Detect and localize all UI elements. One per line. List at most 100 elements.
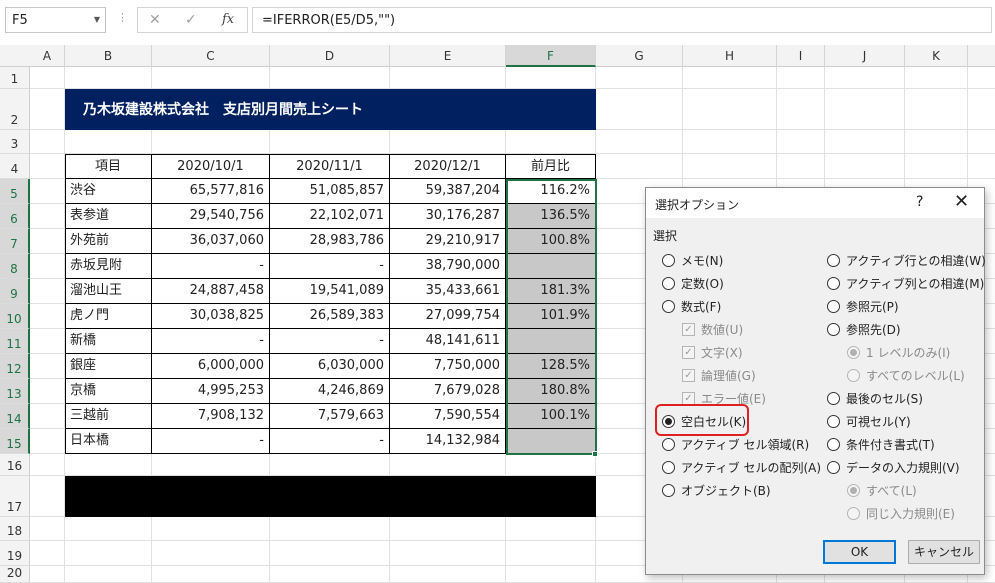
column-header-k[interactable]: K bbox=[905, 45, 968, 67]
table-cell[interactable]: - bbox=[152, 429, 270, 454]
radio-icon[interactable] bbox=[662, 299, 675, 313]
table-cell[interactable]: 59,387,204 bbox=[390, 179, 506, 204]
branch-name-cell[interactable]: 虎ノ門 bbox=[65, 304, 152, 329]
row-header-6[interactable]: 6 bbox=[0, 204, 30, 229]
radio-icon[interactable] bbox=[662, 276, 675, 290]
row-header-4[interactable]: 4 bbox=[0, 154, 30, 179]
table-header-cell[interactable]: 2020/10/1 bbox=[152, 155, 270, 179]
column-header-e[interactable]: E bbox=[390, 45, 506, 67]
table-cell[interactable]: - bbox=[270, 429, 390, 454]
option-right-3[interactable]: 参照先(D) bbox=[827, 320, 901, 338]
table-cell[interactable]: 7,579,663 bbox=[270, 404, 390, 429]
row-header-10[interactable]: 10 bbox=[0, 304, 30, 329]
table-cell[interactable]: 19,541,089 bbox=[270, 279, 390, 304]
table-cell[interactable]: 29,540,756 bbox=[152, 204, 270, 229]
branch-name-cell[interactable]: 京橋 bbox=[65, 379, 152, 404]
table-cell[interactable]: 35,433,661 bbox=[390, 279, 506, 304]
branch-name-cell[interactable]: 三越前 bbox=[65, 404, 152, 429]
table-cell[interactable]: 7,679,028 bbox=[390, 379, 506, 404]
cancel-button[interactable]: キャンセル bbox=[908, 540, 980, 564]
column-header-a[interactable]: A bbox=[30, 45, 65, 67]
table-cell[interactable]: 116.2% bbox=[506, 179, 596, 204]
radio-icon[interactable] bbox=[827, 253, 840, 267]
table-cell[interactable]: 38,790,000 bbox=[390, 254, 506, 279]
row-header-7[interactable]: 7 bbox=[0, 229, 30, 254]
table-cell[interactable]: 101.9% bbox=[506, 304, 596, 329]
row-header-19[interactable]: 19 bbox=[0, 541, 30, 566]
row-header-9[interactable]: 9 bbox=[0, 279, 30, 304]
table-cell[interactable]: 24,887,458 bbox=[152, 279, 270, 304]
column-header-f[interactable]: F bbox=[506, 45, 596, 67]
black-filled-cells[interactable] bbox=[65, 476, 596, 517]
branch-name-cell[interactable]: 外苑前 bbox=[65, 229, 152, 254]
sheet-title[interactable]: 乃木坂建設株式会社 支店別月間売上シート bbox=[65, 89, 596, 130]
option-right-6[interactable]: 最後のセル(S) bbox=[827, 389, 923, 407]
table-cell[interactable]: - bbox=[152, 254, 270, 279]
table-cell[interactable]: 30,038,825 bbox=[152, 304, 270, 329]
table-cell[interactable]: - bbox=[270, 254, 390, 279]
option-right-0[interactable]: アクティブ行との相違(W) bbox=[827, 251, 986, 269]
table-cell[interactable]: 7,590,554 bbox=[390, 404, 506, 429]
table-cell[interactable]: 65,577,816 bbox=[152, 179, 270, 204]
branch-name-cell[interactable]: 新橋 bbox=[65, 329, 152, 354]
row-header-14[interactable]: 14 bbox=[0, 404, 30, 429]
help-icon[interactable]: ? bbox=[916, 194, 923, 210]
table-cell[interactable]: 14,132,984 bbox=[390, 429, 506, 454]
table-cell[interactable]: 181.3% bbox=[506, 279, 596, 304]
row-header-8[interactable]: 8 bbox=[0, 254, 30, 279]
radio-icon[interactable] bbox=[662, 460, 675, 474]
row-header-12[interactable]: 12 bbox=[0, 354, 30, 379]
table-cell[interactable]: 26,589,383 bbox=[270, 304, 390, 329]
option-left-8[interactable]: アクティブ セル領域(R) bbox=[662, 435, 809, 453]
table-header-cell[interactable]: 項目 bbox=[65, 155, 152, 179]
column-header-b[interactable]: B bbox=[65, 45, 152, 67]
table-cell[interactable]: 7,908,132 bbox=[152, 404, 270, 429]
row-header-11[interactable]: 11 bbox=[0, 329, 30, 354]
insert-function-icon[interactable]: fx bbox=[222, 12, 234, 27]
table-cell[interactable]: 6,030,000 bbox=[270, 354, 390, 379]
branch-name-cell[interactable]: 渋谷 bbox=[65, 179, 152, 204]
radio-icon[interactable] bbox=[662, 483, 675, 497]
name-box[interactable]: F5 ▼ bbox=[5, 7, 106, 33]
radio-icon[interactable] bbox=[827, 414, 840, 428]
radio-icon[interactable] bbox=[827, 460, 840, 474]
option-right-2[interactable]: 参照元(P) bbox=[827, 297, 899, 315]
column-header-d[interactable]: D bbox=[270, 45, 390, 67]
table-cell[interactable]: 28,983,786 bbox=[270, 229, 390, 254]
row-header-1[interactable]: 1 bbox=[0, 67, 30, 89]
radio-icon[interactable] bbox=[827, 299, 840, 313]
table-cell[interactable]: 100.1% bbox=[506, 404, 596, 429]
table-cell[interactable]: 4,246,869 bbox=[270, 379, 390, 404]
radio-icon[interactable] bbox=[827, 276, 840, 290]
option-left-1[interactable]: 定数(O) bbox=[662, 274, 724, 292]
row-header-5[interactable]: 5 bbox=[0, 179, 30, 204]
radio-icon[interactable] bbox=[662, 414, 675, 428]
table-cell[interactable]: 100.8% bbox=[506, 229, 596, 254]
chevron-down-icon[interactable]: ▼ bbox=[94, 15, 100, 24]
row-header-17[interactable]: 17 bbox=[0, 476, 30, 517]
column-header-i[interactable]: I bbox=[777, 45, 825, 67]
option-right-9[interactable]: データの入力規則(V) bbox=[827, 458, 960, 476]
option-left-9[interactable]: アクティブ セルの配列(A) bbox=[662, 458, 821, 476]
column-header-g[interactable]: G bbox=[596, 45, 683, 67]
ok-button[interactable]: OK bbox=[823, 540, 896, 564]
table-cell[interactable]: 48,141,611 bbox=[390, 329, 506, 354]
option-left-2[interactable]: 数式(F) bbox=[662, 297, 721, 315]
branch-name-cell[interactable]: 表参道 bbox=[65, 204, 152, 229]
table-cell[interactable]: 7,750,000 bbox=[390, 354, 506, 379]
table-cell[interactable]: 6,000,000 bbox=[152, 354, 270, 379]
branch-name-cell[interactable]: 溜池山王 bbox=[65, 279, 152, 304]
table-cell[interactable]: 128.5% bbox=[506, 354, 596, 379]
branch-name-cell[interactable]: 日本橋 bbox=[65, 429, 152, 454]
branch-name-cell[interactable]: 銀座 bbox=[65, 354, 152, 379]
fill-handle[interactable] bbox=[592, 451, 598, 457]
table-cell[interactable]: 29,210,917 bbox=[390, 229, 506, 254]
table-cell[interactable]: 4,995,253 bbox=[152, 379, 270, 404]
table-cell[interactable] bbox=[506, 254, 596, 279]
table-cell[interactable]: 22,102,071 bbox=[270, 204, 390, 229]
table-header-cell[interactable]: 2020/12/1 bbox=[390, 155, 506, 179]
table-cell[interactable]: 136.5% bbox=[506, 204, 596, 229]
table-cell[interactable] bbox=[506, 329, 596, 354]
column-header-c[interactable]: C bbox=[152, 45, 270, 67]
confirm-icon[interactable]: ✓ bbox=[185, 12, 197, 28]
